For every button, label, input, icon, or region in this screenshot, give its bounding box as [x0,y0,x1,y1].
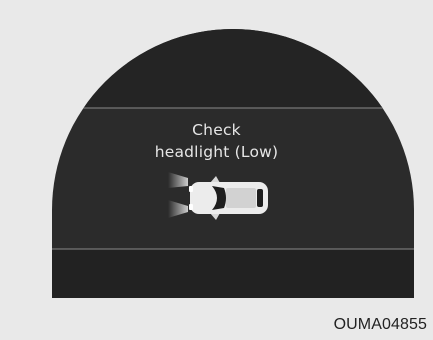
figure-code: OUMA04855 [333,316,427,333]
warning-message-line1: Check [192,121,241,139]
warning-message-line2: headlight (Low) [154,143,279,161]
display-screen [52,29,414,298]
instrument-cluster-display [52,29,414,298]
figure: Check headlight (Low) OUMA04855 [0,0,433,340]
